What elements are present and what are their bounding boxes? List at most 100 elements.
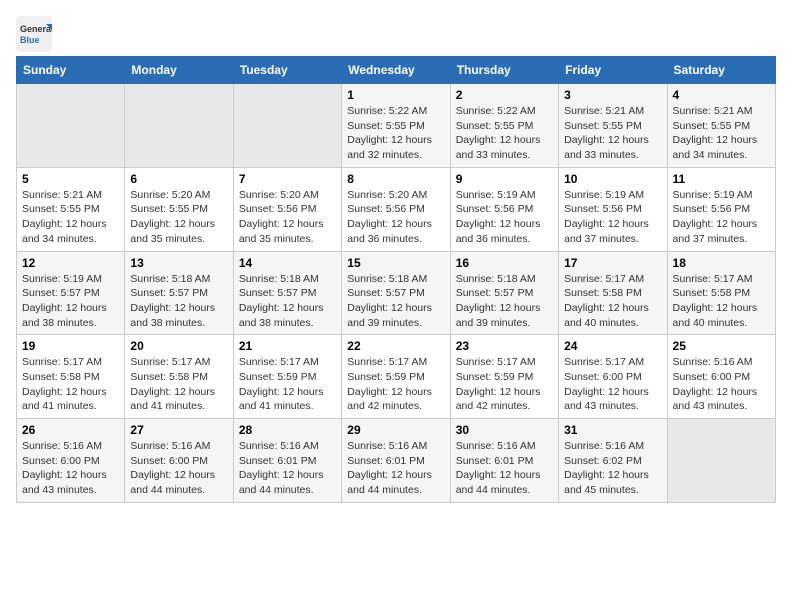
day-sun-info: Sunrise: 5:17 AMSunset: 6:00 PMDaylight:…: [564, 355, 661, 414]
calendar-day-cell: 22Sunrise: 5:17 AMSunset: 5:59 PMDayligh…: [342, 335, 450, 419]
calendar-day-cell: 30 Sunrise: 5:16 AMSunset: 6:01 PMDayligh…: [450, 419, 558, 503]
day-number: 29: [347, 423, 444, 437]
calendar-week-row: 26Sunrise: 5:16 AMSunset: 6:00 PMDayligh…: [17, 419, 776, 503]
day-number: 21: [239, 339, 336, 353]
day-sun-info: Sunrise: 5:19 AMSunset: 5:56 PMDaylight:…: [456, 188, 553, 247]
calendar-week-row: 19 Sunrise: 5:17 AMSunset: 5:58 PMDayligh…: [17, 335, 776, 419]
day-sun-info: Sunrise: 5:17 AMSunset: 5:58 PMDaylight:…: [130, 355, 227, 414]
calendar-day-cell: 17Sunrise: 5:17 AMSunset: 5:58 PMDayligh…: [559, 251, 667, 335]
calendar-day-cell: 11 Sunrise: 5:19 AMSunset: 5:56 PMDayligh…: [667, 167, 775, 251]
day-number: 17: [564, 256, 661, 270]
day-number: 11: [673, 172, 770, 186]
day-sun-info: Sunrise: 5:21 AMSunset: 5:55 PMDaylight:…: [22, 188, 119, 247]
calendar-day-cell: 18 Sunrise: 5:17 AMSunset: 5:58 PMDayligh…: [667, 251, 775, 335]
weekday-header-row: SundayMondayTuesdayWednesdayThursdayFrid…: [17, 57, 776, 84]
day-sun-info: Sunrise: 5:17 AMSunset: 5:58 PMDaylight:…: [22, 355, 119, 414]
calendar-day-cell: 26Sunrise: 5:16 AMSunset: 6:00 PMDayligh…: [17, 419, 125, 503]
calendar-day-cell: 12 Sunrise: 5:19 AMSunset: 5:57 PMDayligh…: [17, 251, 125, 335]
day-number: 6: [130, 172, 227, 186]
day-sun-info: Sunrise: 5:19 AMSunset: 5:56 PMDaylight:…: [673, 188, 770, 247]
weekday-header-cell: Sunday: [17, 57, 125, 84]
day-sun-info: Sunrise: 5:21 AMSunset: 5:55 PMDaylight:…: [564, 104, 661, 163]
day-sun-info: Sunrise: 5:16 AMSunset: 6:01 PMDaylight:…: [239, 439, 336, 498]
calendar-day-cell: 15 Sunrise: 5:18 AMSunset: 5:57 PMDayligh…: [342, 251, 450, 335]
calendar-day-cell: 1 Sunrise: 5:22 AMSunset: 5:55 PMDaylight…: [342, 84, 450, 168]
day-number: 14: [239, 256, 336, 270]
calendar-day-cell: 20 Sunrise: 5:17 AMSunset: 5:58 PMDayligh…: [125, 335, 233, 419]
day-sun-info: Sunrise: 5:19 AMSunset: 5:57 PMDaylight:…: [22, 272, 119, 331]
day-number: 2: [456, 88, 553, 102]
calendar-day-cell: 29Sunrise: 5:16 AMSunset: 6:01 PMDayligh…: [342, 419, 450, 503]
calendar-day-cell: 14 Sunrise: 5:18 AMSunset: 5:57 PMDayligh…: [233, 251, 341, 335]
day-sun-info: Sunrise: 5:16 AMSunset: 6:01 PMDaylight:…: [456, 439, 553, 498]
weekday-header-cell: Tuesday: [233, 57, 341, 84]
day-sun-info: Sunrise: 5:16 AMSunset: 6:00 PMDaylight:…: [130, 439, 227, 498]
calendar-day-cell: 8 Sunrise: 5:20 AMSunset: 5:56 PMDaylight…: [342, 167, 450, 251]
calendar-day-cell: [17, 84, 125, 168]
day-number: 12: [22, 256, 119, 270]
calendar-day-cell: 9 Sunrise: 5:19 AMSunset: 5:56 PMDaylight…: [450, 167, 558, 251]
day-number: 16: [456, 256, 553, 270]
logo: General Blue: [16, 16, 56, 52]
day-number: 8: [347, 172, 444, 186]
day-number: 23: [456, 339, 553, 353]
calendar-day-cell: 7Sunrise: 5:20 AMSunset: 5:56 PMDaylight…: [233, 167, 341, 251]
calendar-day-cell: 28 Sunrise: 5:16 AMSunset: 6:01 PMDayligh…: [233, 419, 341, 503]
calendar-day-cell: 27 Sunrise: 5:16 AMSunset: 6:00 PMDayligh…: [125, 419, 233, 503]
weekday-header-cell: Monday: [125, 57, 233, 84]
calendar-day-cell: 5 Sunrise: 5:21 AMSunset: 5:55 PMDaylight…: [17, 167, 125, 251]
day-sun-info: Sunrise: 5:20 AMSunset: 5:56 PMDaylight:…: [239, 188, 336, 247]
day-sun-info: Sunrise: 5:22 AMSunset: 5:55 PMDaylight:…: [456, 104, 553, 163]
day-sun-info: Sunrise: 5:18 AMSunset: 5:57 PMDaylight:…: [456, 272, 553, 331]
calendar-week-row: 1 Sunrise: 5:22 AMSunset: 5:55 PMDaylight…: [17, 84, 776, 168]
day-number: 1: [347, 88, 444, 102]
day-sun-info: Sunrise: 5:18 AMSunset: 5:57 PMDaylight:…: [239, 272, 336, 331]
day-number: 13: [130, 256, 227, 270]
calendar-day-cell: 31Sunrise: 5:16 AMSunset: 6:02 PMDayligh…: [559, 419, 667, 503]
calendar-week-row: 5 Sunrise: 5:21 AMSunset: 5:55 PMDaylight…: [17, 167, 776, 251]
weekday-header-cell: Thursday: [450, 57, 558, 84]
day-number: 3: [564, 88, 661, 102]
day-sun-info: Sunrise: 5:18 AMSunset: 5:57 PMDaylight:…: [347, 272, 444, 331]
day-sun-info: Sunrise: 5:16 AMSunset: 6:00 PMDaylight:…: [22, 439, 119, 498]
day-sun-info: Sunrise: 5:18 AMSunset: 5:57 PMDaylight:…: [130, 272, 227, 331]
day-number: 30: [456, 423, 553, 437]
day-number: 5: [22, 172, 119, 186]
calendar-day-cell: [233, 84, 341, 168]
calendar-table: SundayMondayTuesdayWednesdayThursdayFrid…: [16, 56, 776, 503]
calendar-day-cell: 16 Sunrise: 5:18 AMSunset: 5:57 PMDayligh…: [450, 251, 558, 335]
calendar-day-cell: 19 Sunrise: 5:17 AMSunset: 5:58 PMDayligh…: [17, 335, 125, 419]
day-number: 27: [130, 423, 227, 437]
svg-text:General: General: [20, 24, 52, 34]
day-number: 9: [456, 172, 553, 186]
weekday-header-cell: Saturday: [667, 57, 775, 84]
calendar-day-cell: 3 Sunrise: 5:21 AMSunset: 5:55 PMDaylight…: [559, 84, 667, 168]
day-sun-info: Sunrise: 5:17 AMSunset: 5:59 PMDaylight:…: [456, 355, 553, 414]
svg-text:Blue: Blue: [20, 35, 40, 45]
day-number: 19: [22, 339, 119, 353]
day-number: 10: [564, 172, 661, 186]
calendar-day-cell: 2 Sunrise: 5:22 AMSunset: 5:55 PMDaylight…: [450, 84, 558, 168]
day-number: 20: [130, 339, 227, 353]
day-number: 25: [673, 339, 770, 353]
calendar-day-cell: [125, 84, 233, 168]
day-number: 18: [673, 256, 770, 270]
day-sun-info: Sunrise: 5:22 AMSunset: 5:55 PMDaylight:…: [347, 104, 444, 163]
day-number: 15: [347, 256, 444, 270]
calendar-day-cell: 10Sunrise: 5:19 AMSunset: 5:56 PMDayligh…: [559, 167, 667, 251]
day-number: 24: [564, 339, 661, 353]
logo-icon: General Blue: [16, 16, 52, 52]
calendar-day-cell: 21Sunrise: 5:17 AMSunset: 5:59 PMDayligh…: [233, 335, 341, 419]
calendar-week-row: 12 Sunrise: 5:19 AMSunset: 5:57 PMDayligh…: [17, 251, 776, 335]
header: General Blue: [16, 16, 776, 52]
day-sun-info: Sunrise: 5:20 AMSunset: 5:55 PMDaylight:…: [130, 188, 227, 247]
calendar-day-cell: 24 Sunrise: 5:17 AMSunset: 6:00 PMDayligh…: [559, 335, 667, 419]
calendar-body: 1 Sunrise: 5:22 AMSunset: 5:55 PMDaylight…: [17, 84, 776, 503]
calendar-day-cell: 6 Sunrise: 5:20 AMSunset: 5:55 PMDaylight…: [125, 167, 233, 251]
day-sun-info: Sunrise: 5:20 AMSunset: 5:56 PMDaylight:…: [347, 188, 444, 247]
day-sun-info: Sunrise: 5:21 AMSunset: 5:55 PMDaylight:…: [673, 104, 770, 163]
calendar-day-cell: 25Sunrise: 5:16 AMSunset: 6:00 PMDayligh…: [667, 335, 775, 419]
day-sun-info: Sunrise: 5:17 AMSunset: 5:58 PMDaylight:…: [673, 272, 770, 331]
day-number: 28: [239, 423, 336, 437]
calendar-day-cell: 4Sunrise: 5:21 AMSunset: 5:55 PMDaylight…: [667, 84, 775, 168]
